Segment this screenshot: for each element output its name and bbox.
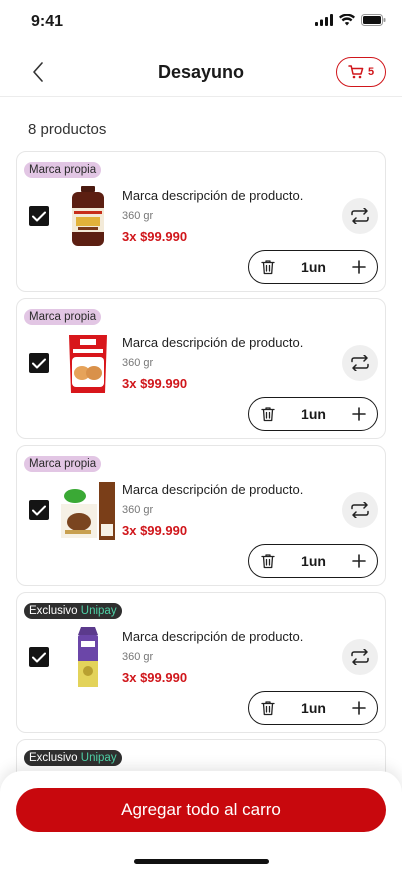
product-name: Marca descripción de producto. [122,629,304,644]
trash-icon [261,407,275,422]
delete-button[interactable] [258,404,278,424]
top-nav: Desayuno 5 [0,46,402,97]
product-card: Exclusivo Unipay Marca descripción de pr… [16,592,386,733]
swap-icon [351,355,369,371]
swap-icon [351,502,369,518]
badge-label: Marca propia [29,311,97,323]
select-checkbox[interactable] [29,647,49,667]
replace-button[interactable] [342,198,378,234]
cart-button[interactable]: 5 [336,57,386,87]
quantity-value: 1un [301,700,326,716]
wifi-icon [339,14,355,26]
checkmark-icon [32,652,46,662]
plus-icon [352,260,366,274]
quantity-value: 1un [301,259,326,275]
checkmark-icon [32,358,46,368]
product-weight: 360 gr [122,504,154,516]
quantity-stepper: 1un [248,691,378,725]
product-price: 3x $99.990 [122,376,188,391]
checkmark-icon [32,211,46,221]
product-card: Marca propia Marca descripción de produc… [16,298,386,439]
product-image-jam-jar [72,186,104,246]
replace-button[interactable] [342,345,378,381]
exclusive-badge: Exclusivo Unipay [24,603,122,619]
status-time: 9:41 [31,13,64,30]
increment-button[interactable] [349,257,369,277]
product-weight: 360 gr [122,210,154,222]
badge-label: Exclusivo [29,752,81,764]
product-image-juice-carton [78,627,98,687]
badge-label: Marca propia [29,458,97,470]
swap-icon [351,649,369,665]
badge-accent: Unipay [80,752,117,764]
battery-icon [361,14,386,26]
product-weight: 360 gr [122,357,154,369]
quantity-value: 1un [301,553,326,569]
delete-button[interactable] [258,698,278,718]
status-bar: 9:41 [0,0,402,46]
product-list: Marca propia Marca descripción de produc… [16,151,386,874]
badge-label: Marca propia [29,164,97,176]
product-image-cereal-box [61,482,115,540]
badge-accent: Unipay [80,605,117,617]
select-checkbox[interactable] [29,206,49,226]
quantity-stepper: 1un [248,250,378,284]
product-name: Marca descripción de producto. [122,188,304,203]
plus-icon [352,701,366,715]
increment-button[interactable] [349,404,369,424]
product-image-bread-bag [69,335,107,393]
signal-icon [315,14,333,26]
quantity-value: 1un [301,406,326,422]
trash-icon [261,554,275,569]
exclusive-badge: Exclusivo Unipay [24,750,122,766]
product-price: 3x $99.990 [122,670,188,685]
replace-button[interactable] [342,639,378,675]
replace-button[interactable] [342,492,378,528]
plus-icon [352,554,366,568]
brand-badge: Marca propia [24,162,102,178]
delete-button[interactable] [258,257,278,277]
add-all-to-cart-button[interactable]: Agregar todo al carro [16,788,386,832]
status-icons [315,14,386,26]
cart-icon [348,65,364,79]
trash-icon [261,260,275,275]
product-name: Marca descripción de producto. [122,335,304,350]
badge-label: Exclusivo [29,605,81,617]
trash-icon [261,701,275,716]
checkmark-icon [32,505,46,515]
increment-button[interactable] [349,698,369,718]
quantity-stepper: 1un [248,397,378,431]
product-price: 3x $99.990 [122,229,188,244]
plus-icon [352,407,366,421]
product-card: Marca propia Marca descripción de produc… [16,151,386,292]
home-indicator [134,859,269,864]
swap-icon [351,208,369,224]
select-checkbox[interactable] [29,353,49,373]
brand-badge: Marca propia [24,456,102,472]
product-count: 8 productos [28,121,107,138]
select-checkbox[interactable] [29,500,49,520]
delete-button[interactable] [258,551,278,571]
product-name: Marca descripción de producto. [122,482,304,497]
increment-button[interactable] [349,551,369,571]
product-price: 3x $99.990 [122,523,188,538]
cart-count: 5 [367,66,375,78]
brand-badge: Marca propia [24,309,102,325]
product-card: Marca propia Marca descripción de produc… [16,445,386,586]
bottom-action-bar: Agregar todo al carro [0,771,402,874]
product-weight: 360 gr [122,651,154,663]
quantity-stepper: 1un [248,544,378,578]
